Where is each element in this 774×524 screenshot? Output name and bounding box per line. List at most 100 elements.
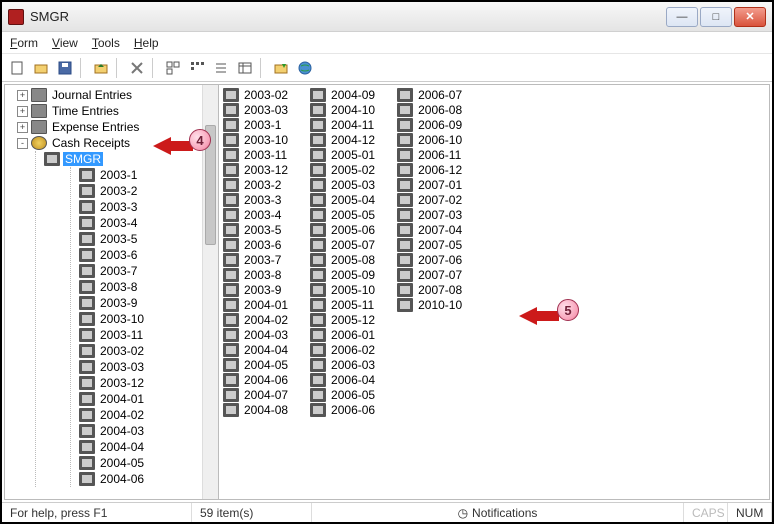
list-item[interactable]: 2005-07 [310, 237, 375, 252]
list-item[interactable]: 2004-07 [223, 387, 288, 402]
status-notifications[interactable]: ◷ Notifications [312, 503, 684, 522]
list-item[interactable]: 2004-05 [223, 357, 288, 372]
close-button[interactable]: ✕ [734, 7, 766, 27]
list-item[interactable]: 2007-08 [397, 282, 462, 297]
list-item[interactable]: 2007-07 [397, 267, 462, 282]
list-item[interactable]: 2007-03 [397, 207, 462, 222]
list-item[interactable]: 2005-08 [310, 252, 375, 267]
list-item[interactable]: 2004-08 [223, 402, 288, 417]
view-list-button[interactable] [210, 57, 232, 79]
list-item[interactable]: 2005-03 [310, 177, 375, 192]
list-item[interactable]: 2004-02 [223, 312, 288, 327]
tree-leaf[interactable]: 2003-8 [79, 279, 218, 295]
list-item[interactable]: 2003-4 [223, 207, 288, 222]
tree-leaf[interactable]: 2003-12 [79, 375, 218, 391]
new-doc-button[interactable] [6, 57, 28, 79]
view-large-button[interactable] [162, 57, 184, 79]
tree-node-time[interactable]: +Time Entries [17, 103, 218, 119]
expand-toggle[interactable]: + [17, 122, 28, 133]
expand-toggle[interactable]: + [17, 106, 28, 117]
list-item[interactable]: 2007-02 [397, 192, 462, 207]
list-item[interactable]: 2005-04 [310, 192, 375, 207]
list-item[interactable]: 2003-6 [223, 237, 288, 252]
maximize-button[interactable]: □ [700, 7, 732, 27]
list-item[interactable]: 2007-04 [397, 222, 462, 237]
list-item[interactable]: 2005-10 [310, 282, 375, 297]
list-item[interactable]: 2004-06 [223, 372, 288, 387]
view-small-button[interactable] [186, 57, 208, 79]
list-item[interactable]: 2005-01 [310, 147, 375, 162]
list-item[interactable]: 2005-05 [310, 207, 375, 222]
list-item[interactable]: 2007-06 [397, 252, 462, 267]
list-item[interactable]: 2005-06 [310, 222, 375, 237]
tree-leaf[interactable]: 2004-03 [79, 423, 218, 439]
list-item[interactable]: 2003-5 [223, 222, 288, 237]
list-item[interactable]: 2003-3 [223, 192, 288, 207]
expand-toggle[interactable]: + [17, 90, 28, 101]
list-item[interactable]: 2006-04 [310, 372, 375, 387]
list-item[interactable]: 2005-11 [310, 297, 375, 312]
list-item[interactable]: 2003-10 [223, 132, 288, 147]
save-button[interactable] [54, 57, 76, 79]
list-item[interactable]: 2003-7 [223, 252, 288, 267]
list-item[interactable]: 2003-9 [223, 282, 288, 297]
list-item[interactable]: 2006-09 [397, 117, 462, 132]
tree-leaf[interactable]: 2003-10 [79, 311, 218, 327]
list-item[interactable]: 2004-09 [310, 87, 375, 102]
list-item[interactable]: 2006-01 [310, 327, 375, 342]
list-item[interactable]: 2010-10 [397, 297, 462, 312]
list-item[interactable]: 2006-07 [397, 87, 462, 102]
list-item[interactable]: 2005-09 [310, 267, 375, 282]
list-item[interactable]: 2003-03 [223, 102, 288, 117]
list-item[interactable]: 2006-11 [397, 147, 462, 162]
tree-leaf[interactable]: 2003-2 [79, 183, 218, 199]
list-item[interactable]: 2004-12 [310, 132, 375, 147]
list-item[interactable]: 2006-05 [310, 387, 375, 402]
list-item[interactable]: 2003-8 [223, 267, 288, 282]
tree-leaf[interactable]: 2003-11 [79, 327, 218, 343]
tree-leaf[interactable]: 2004-05 [79, 455, 218, 471]
list-item[interactable]: 2006-12 [397, 162, 462, 177]
list-item[interactable]: 2003-12 [223, 162, 288, 177]
list-item[interactable]: 2004-11 [310, 117, 375, 132]
tree-leaf[interactable]: 2003-5 [79, 231, 218, 247]
open-button[interactable] [30, 57, 52, 79]
tree-leaf[interactable]: 2003-4 [79, 215, 218, 231]
list-item[interactable]: 2005-02 [310, 162, 375, 177]
tree-leaf[interactable]: 2003-3 [79, 199, 218, 215]
list-item[interactable]: 2003-11 [223, 147, 288, 162]
tree-leaf[interactable]: 2003-9 [79, 295, 218, 311]
delete-button[interactable] [126, 57, 148, 79]
view-details-button[interactable] [234, 57, 256, 79]
list-item[interactable]: 2006-02 [310, 342, 375, 357]
list-item[interactable]: 2003-2 [223, 177, 288, 192]
list-item[interactable]: 2006-10 [397, 132, 462, 147]
list-item[interactable]: 2004-10 [310, 102, 375, 117]
menu-form[interactable]: Form [10, 36, 38, 50]
tree-leaf[interactable]: 2004-02 [79, 407, 218, 423]
expand-toggle[interactable]: - [17, 138, 28, 149]
open-folder-button[interactable] [270, 57, 292, 79]
globe-button[interactable] [294, 57, 316, 79]
tree-leaf[interactable]: 2003-1 [79, 167, 218, 183]
tree-leaf[interactable]: 2004-01 [79, 391, 218, 407]
list-item[interactable]: 2003-1 [223, 117, 288, 132]
tree-leaf[interactable]: 2004-04 [79, 439, 218, 455]
list-item[interactable]: 2005-12 [310, 312, 375, 327]
tree-node-journal[interactable]: +Journal Entries [17, 87, 218, 103]
menu-view[interactable]: View [52, 36, 78, 50]
tree-leaf[interactable]: 2003-02 [79, 343, 218, 359]
list-item[interactable]: 2006-03 [310, 357, 375, 372]
list-item[interactable]: 2007-01 [397, 177, 462, 192]
list-item[interactable]: 2004-01 [223, 297, 288, 312]
minimize-button[interactable]: — [666, 7, 698, 27]
tree-leaf[interactable]: 2003-7 [79, 263, 218, 279]
list-item[interactable]: 2007-05 [397, 237, 462, 252]
tree-leaf[interactable]: 2003-6 [79, 247, 218, 263]
list-item[interactable]: 2006-08 [397, 102, 462, 117]
tree-node-expense[interactable]: +Expense Entries [17, 119, 218, 135]
list-item[interactable]: 2003-02 [223, 87, 288, 102]
menu-help[interactable]: Help [134, 36, 159, 50]
list-item[interactable]: 2004-04 [223, 342, 288, 357]
tree-leaf[interactable]: 2003-03 [79, 359, 218, 375]
